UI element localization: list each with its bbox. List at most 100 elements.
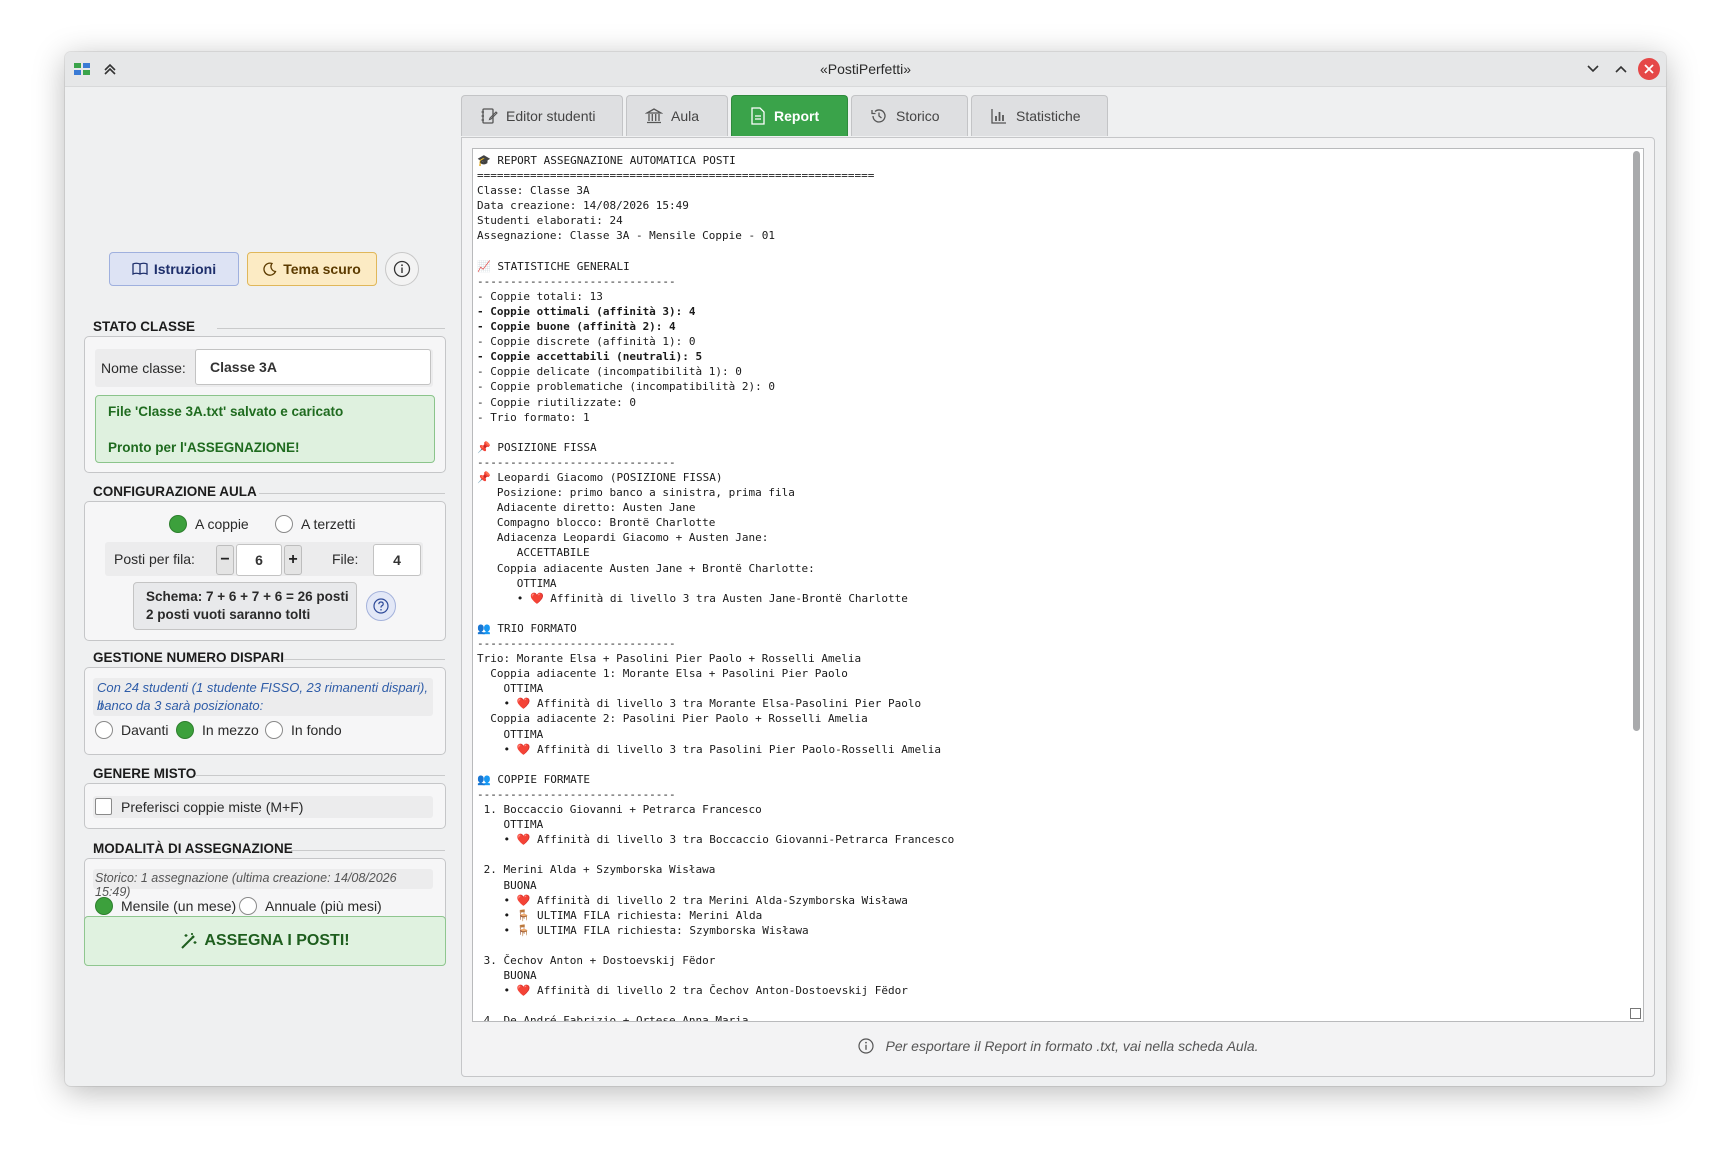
report-line: Adiacenza Leopardi Giacomo + Austen Jane… <box>477 531 769 545</box>
report-line: 1. Boccaccio Giovanni + Petrarca Frances… <box>477 803 762 817</box>
report-line: - Coppie delicate (incompatibilità 1): 0 <box>477 365 742 379</box>
nome-classe-label: Nome classe: <box>101 360 186 376</box>
report-line <box>477 757 1617 772</box>
tema-scuro-label: Tema scuro <box>283 261 361 277</box>
info-button[interactable] <box>385 252 419 286</box>
coppie-miste-checkbox[interactable] <box>95 798 112 815</box>
tab-report[interactable]: Report <box>731 95 848 136</box>
report-line: Classe: Classe 3A <box>477 184 590 198</box>
tab-aula[interactable]: Aula <box>626 95 728 136</box>
tema-scuro-button[interactable]: Tema scuro <box>247 252 377 286</box>
file-label: File: <box>332 551 359 567</box>
report-line: ------------------------------ <box>477 637 676 650</box>
a-terzetti-label: A terzetti <box>301 516 356 532</box>
scrollbar-thumb[interactable] <box>1633 151 1640 731</box>
maximize-icon[interactable] <box>1610 58 1632 80</box>
report-line: 👥 COPPIE FORMATE <box>477 772 591 786</box>
radio-a-terzetti[interactable] <box>275 515 293 533</box>
assegna-posti-button[interactable]: ASSEGNA I POSTI! <box>84 916 446 966</box>
configurazione-aula-title: CONFIGURAZIONE AULA <box>93 484 257 499</box>
schema-line-2: 2 posti vuoti saranno tolti <box>146 607 311 622</box>
divider <box>217 328 445 329</box>
posti-per-fila-input[interactable]: 6 <box>236 544 282 576</box>
report-line: • ❤️ Affinità di livello 3 tra Boccaccio… <box>477 833 955 847</box>
report-line: - Coppie totali: 13 <box>477 289 603 303</box>
istruzioni-label: Istruzioni <box>153 261 217 277</box>
istruzioni-button[interactable]: Istruzioni <box>109 252 239 286</box>
tab-label: Statistiche <box>1016 108 1081 124</box>
schema-line-1: Schema: 7 + 6 + 7 + 6 = 26 posti <box>146 589 349 604</box>
increment-button[interactable]: + <box>284 545 302 575</box>
divider <box>291 850 445 851</box>
window-title: «PostiPerfetti» <box>819 61 912 77</box>
configurazione-aula-group: A coppie A terzetti Posti per fila: − 6 … <box>84 501 446 641</box>
report-line: Compagno blocco: Brontë Charlotte <box>477 516 716 530</box>
radio-davanti[interactable] <box>95 721 113 739</box>
report-line: 📌 POSIZIONE FISSA <box>477 440 597 454</box>
divider <box>283 659 445 660</box>
notebook-edit-icon <box>481 108 498 124</box>
stato-classe-title: STATO CLASSE <box>93 319 196 334</box>
tab-storico[interactable]: Storico <box>851 95 968 136</box>
close-button[interactable] <box>1638 58 1660 80</box>
modalita-title: MODALITÀ DI ASSEGNAZIONE <box>93 841 293 856</box>
minimize-icon[interactable] <box>1582 58 1604 80</box>
report-line: Coppia adiacente 1: Morante Elsa + Pasol… <box>477 667 848 681</box>
report-content: 🎓 REPORT ASSEGNAZIONE AUTOMATICA POSTI ==… <box>477 153 1617 1021</box>
status-line-1: File 'Classe 3A.txt' salvato e caricato <box>108 404 344 419</box>
report-line: - Coppie problematiche (incompatibilità … <box>477 380 776 394</box>
report-line: BUONA <box>477 969 537 983</box>
mensile-label: Mensile (un mese) <box>121 898 237 914</box>
report-line: Adiacente diretto: Austen Jane <box>477 501 696 515</box>
report-line: • ❤️ Affinità di livello 2 tra Čechov An… <box>477 984 908 998</box>
assegna-posti-label: ASSEGNA I POSTI! <box>204 932 350 949</box>
report-line: • ❤️ Affinità di livello 2 tra Merini Al… <box>477 893 908 907</box>
document-icon <box>751 107 765 125</box>
report-line <box>477 425 1617 440</box>
report-line: 📈 STATISTICHE GENERALI <box>477 259 630 273</box>
report-line: Assegnazione: Classe 3A - Mensile Coppie… <box>477 229 776 243</box>
tab-statistiche[interactable]: Statistiche <box>971 95 1108 136</box>
storico-text: Storico: 1 assegnazione (ultima creazion… <box>95 871 397 899</box>
annuale-label: Annuale (più mesi) <box>265 898 382 914</box>
report-line <box>477 998 1617 1013</box>
report-line: 2. Merini Alda + Szymborska Wisława <box>477 863 716 877</box>
nome-classe-input[interactable]: Classe 3A <box>195 349 431 385</box>
building-icon <box>645 108 663 124</box>
tab-label: Aula <box>671 108 700 124</box>
report-line: 👥 TRIO FORMATO <box>477 621 577 635</box>
tab-label: Report <box>774 108 820 124</box>
tab-editor-studenti[interactable]: Editor studenti <box>461 95 623 136</box>
davanti-label: Davanti <box>121 722 169 738</box>
radio-in-mezzo[interactable] <box>176 721 194 739</box>
radio-a-coppie[interactable] <box>169 515 187 533</box>
report-scrollbar[interactable] <box>1631 151 1641 1017</box>
file-input[interactable]: 4 <box>373 544 421 576</box>
report-line: ------------------------------ <box>477 274 676 288</box>
report-line: - Coppie ottimali (affinità 3): 4 <box>477 304 696 318</box>
info-icon <box>857 1038 874 1054</box>
decrement-button[interactable]: − <box>216 545 234 575</box>
in-mezzo-label: In mezzo <box>202 722 259 738</box>
status-message: File 'Classe 3A.txt' salvato e caricato … <box>95 395 435 463</box>
moon-icon <box>263 262 277 276</box>
help-icon <box>373 598 389 614</box>
radio-annuale[interactable] <box>239 897 257 915</box>
report-line: - Coppie accettabili (neutrali): 5 <box>477 350 703 364</box>
radio-mensile[interactable] <box>95 897 113 915</box>
report-line: OTTIMA <box>477 576 557 590</box>
report-line: Coppia adiacente Austen Jane + Brontë Ch… <box>477 561 815 575</box>
report-textarea[interactable]: 🎓 REPORT ASSEGNAZIONE AUTOMATICA POSTI ==… <box>472 148 1644 1022</box>
report-line: 📌 Leopardi Giacomo (POSIZIONE FISSA) <box>477 470 723 484</box>
left-panel: Istruzioni Tema scuro STATO CLASSE Nome … <box>65 86 465 1086</box>
radio-in-fondo[interactable] <box>265 721 283 739</box>
dispari-info: Con 24 studenti (1 studente FISSO, 23 ri… <box>93 678 433 716</box>
history-icon <box>871 109 886 123</box>
report-line <box>477 847 1617 862</box>
schema-help-button[interactable] <box>366 591 396 621</box>
resize-grip-icon[interactable] <box>1630 1008 1641 1019</box>
report-line: - Coppie buone (affinità 2): 4 <box>477 320 676 334</box>
nome-row: Nome classe: Classe 3A <box>95 349 433 387</box>
close-icon <box>1644 64 1654 74</box>
a-coppie-label: A coppie <box>195 516 249 532</box>
